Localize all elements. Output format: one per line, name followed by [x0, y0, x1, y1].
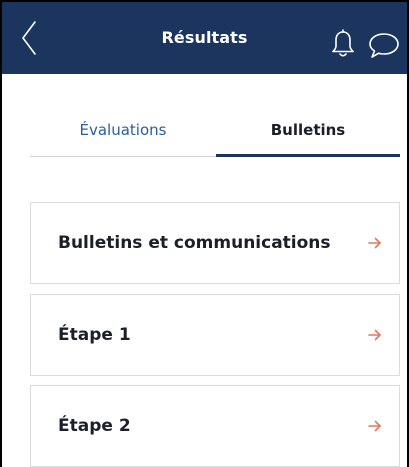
active-tab-indicator: [216, 154, 400, 157]
tab-bulletins-label: Bulletins: [270, 121, 346, 139]
messages-button[interactable]: [368, 31, 400, 59]
list-item-label: Étape 2: [58, 416, 131, 436]
arrow-right-icon: [368, 329, 381, 341]
tab-evaluations[interactable]: Évaluations: [30, 115, 216, 159]
list-item-bulletins-communications[interactable]: Bulletins et communications: [30, 202, 400, 284]
app-screen: Résultats Évaluations Bulletins Bulletin…: [0, 0, 409, 467]
tab-bulletins[interactable]: Bulletins: [216, 115, 400, 159]
top-app-bar: Résultats: [2, 2, 407, 74]
list-item-label: Étape 1: [58, 325, 131, 345]
bell-icon: [332, 29, 354, 57]
arrow-right-icon: [368, 420, 381, 432]
tab-evaluations-label: Évaluations: [79, 121, 167, 139]
list-item-etape-1[interactable]: Étape 1: [30, 294, 400, 376]
results-tabs: Évaluations Bulletins: [30, 115, 400, 159]
notifications-button[interactable]: [329, 29, 357, 59]
list-item-label: Bulletins et communications: [58, 233, 331, 253]
arrow-right-icon: [368, 237, 381, 249]
list-item-etape-2[interactable]: Étape 2: [30, 385, 400, 467]
chat-bubble-icon: [369, 33, 399, 58]
